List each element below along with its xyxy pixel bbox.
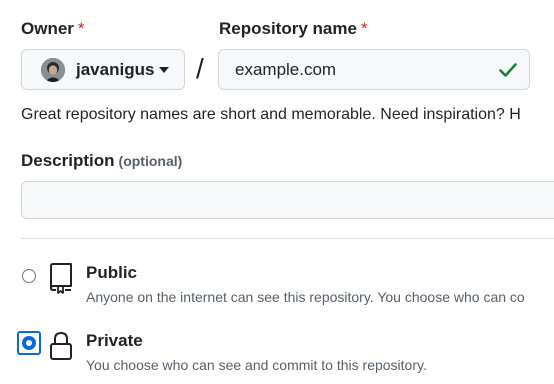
repository-name-input[interactable]: example.com xyxy=(218,49,530,90)
repository-name-label: Repository name * xyxy=(219,19,368,38)
owner-dropdown-button[interactable]: javanigus xyxy=(21,49,185,90)
visibility-public-description: Anyone on the internet can see this repo… xyxy=(86,289,525,305)
lock-icon xyxy=(50,331,72,360)
required-mark: * xyxy=(360,19,368,38)
avatar xyxy=(41,57,65,82)
visibility-private-description: You choose who can see and commit to thi… xyxy=(86,357,427,373)
owner-name: javanigus xyxy=(76,59,155,79)
visibility-private-title[interactable]: Private xyxy=(86,331,143,351)
divider xyxy=(21,238,554,239)
required-mark: * xyxy=(77,19,85,38)
visibility-public-title[interactable]: Public xyxy=(86,263,137,283)
chevron-down-icon xyxy=(159,66,170,73)
description-input[interactable] xyxy=(21,181,554,219)
radio-public[interactable] xyxy=(22,269,36,283)
repository-name-hint: Great repository names are short and mem… xyxy=(21,106,521,123)
owner-repo-separator: / xyxy=(196,53,204,84)
owner-label: Owner * xyxy=(21,19,85,38)
optional-label: (optional) xyxy=(118,153,183,169)
create-repo-form: Owner * Repository name * javanigus / exam… xyxy=(0,0,554,384)
description-label: Description (optional) xyxy=(21,151,183,170)
check-icon xyxy=(499,63,517,77)
repo-icon xyxy=(50,263,72,294)
radio-private[interactable] xyxy=(22,336,36,350)
